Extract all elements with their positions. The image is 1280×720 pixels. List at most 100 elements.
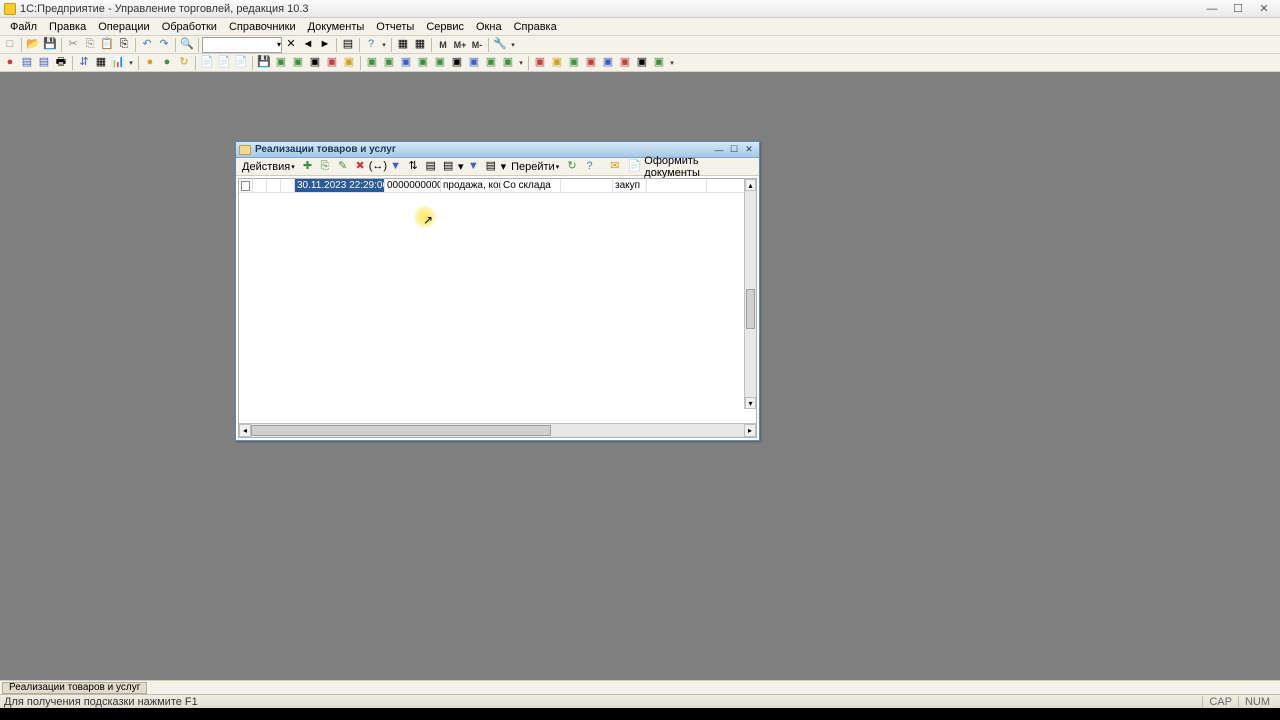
- menu-service[interactable]: Сервис: [420, 19, 470, 35]
- tb2-btn-35[interactable]: ▣: [634, 55, 650, 71]
- menu-windows[interactable]: Окна: [470, 19, 508, 35]
- tb2-btn-1[interactable]: ●: [2, 55, 18, 71]
- m-plus-button[interactable]: M+: [452, 37, 468, 53]
- ct-filter2-button[interactable]: ▼: [466, 159, 482, 174]
- calc-button[interactable]: ▦: [395, 37, 411, 53]
- tb2-btn-16[interactable]: ▣: [290, 55, 306, 71]
- goto-dropdown[interactable]: Перейти▾: [508, 159, 562, 174]
- ct-sort-button[interactable]: ⇅: [405, 159, 421, 174]
- tb2-btn-19[interactable]: ▣: [341, 55, 357, 71]
- find-button[interactable]: 🔍: [179, 37, 195, 53]
- hscroll-thumb[interactable]: [251, 425, 551, 436]
- tb2-btn-21[interactable]: ▣: [381, 55, 397, 71]
- menu-documents[interactable]: Документы: [302, 19, 371, 35]
- tb2-btn-7[interactable]: 📊: [110, 55, 126, 71]
- ct-help-button[interactable]: ?: [582, 159, 598, 174]
- paste2-button[interactable]: ⎘: [116, 37, 132, 53]
- tb2-btn-4[interactable]: 🖶: [53, 55, 69, 71]
- tb2-btn-18[interactable]: ▣: [324, 55, 340, 71]
- tb2-btn-22[interactable]: ▣: [398, 55, 414, 71]
- scroll-down-icon[interactable]: ▾: [745, 397, 756, 409]
- ct-interval-button[interactable]: (↔): [370, 159, 386, 174]
- tb2-btn-33[interactable]: ▣: [600, 55, 616, 71]
- menu-reports[interactable]: Отчеты: [370, 19, 420, 35]
- menu-edit[interactable]: Правка: [43, 19, 92, 35]
- ct-list-button[interactable]: ▤: [423, 159, 439, 174]
- task-item[interactable]: Реализации товаров и услуг: [2, 682, 147, 694]
- cut-button[interactable]: ✂: [65, 37, 81, 53]
- scroll-up-icon[interactable]: ▴: [745, 179, 756, 191]
- ct-list2-button[interactable]: ▤: [440, 159, 456, 174]
- form-docs-button[interactable]: 📄Оформить документы: [625, 159, 756, 174]
- save-button[interactable]: 💾: [42, 37, 58, 53]
- maximize-button[interactable]: ☐: [1226, 2, 1250, 16]
- tools-dropdown-icon[interactable]: ▾: [509, 41, 517, 49]
- tb2-btn-27[interactable]: ▣: [483, 55, 499, 71]
- undo-button[interactable]: ↶: [139, 37, 155, 53]
- menu-file[interactable]: Файл: [4, 19, 43, 35]
- redo-button[interactable]: ↷: [156, 37, 172, 53]
- ct-settings-dd[interactable]: ▾: [501, 160, 507, 173]
- menu-help[interactable]: Справка: [508, 19, 563, 35]
- tb2-btn-8[interactable]: ●: [142, 55, 158, 71]
- actions-dropdown[interactable]: Действия▾: [239, 159, 298, 174]
- copy-button[interactable]: ⎘: [82, 37, 98, 53]
- tb2-btn-24[interactable]: ▣: [432, 55, 448, 71]
- tools-button[interactable]: 🔧: [492, 37, 508, 53]
- tb2-btn-28[interactable]: ▣: [500, 55, 516, 71]
- tb2-btn-25[interactable]: ▣: [449, 55, 465, 71]
- tb2-btn-31[interactable]: ▣: [566, 55, 582, 71]
- tb2-btn-36[interactable]: ▣: [651, 55, 667, 71]
- new-button[interactable]: □: [2, 37, 18, 53]
- ct-mail-button[interactable]: ✉: [607, 159, 623, 174]
- open-button[interactable]: 📂: [25, 37, 41, 53]
- tb2-btn-20[interactable]: ▣: [364, 55, 380, 71]
- tb2-btn-23[interactable]: ▣: [415, 55, 431, 71]
- paste-button[interactable]: 📋: [99, 37, 115, 53]
- menu-references[interactable]: Справочники: [223, 19, 302, 35]
- scroll-right-icon[interactable]: ▸: [744, 424, 756, 437]
- grid-row[interactable]: 30.11.2023 22:29:06 00000000001 продажа,…: [239, 179, 756, 193]
- ct-edit-button[interactable]: ✎: [335, 159, 351, 174]
- scroll-left-icon[interactable]: ◂: [239, 424, 251, 437]
- list-button[interactable]: ▤: [340, 37, 356, 53]
- vscroll-thumb[interactable]: [746, 289, 755, 329]
- tb2-btn-5[interactable]: ⇵: [76, 55, 92, 71]
- tb2-dd-36[interactable]: ▾: [668, 59, 676, 67]
- tb2-btn-9[interactable]: ●: [159, 55, 175, 71]
- minimize-button[interactable]: —: [1200, 2, 1224, 16]
- tb2-btn-6[interactable]: ▦: [93, 55, 109, 71]
- clear-button[interactable]: ✕: [283, 37, 299, 53]
- tb2-btn-34[interactable]: ▣: [617, 55, 633, 71]
- cal-button[interactable]: ▦: [412, 37, 428, 53]
- ct-add-button[interactable]: ✚: [300, 159, 316, 174]
- help-dropdown-icon[interactable]: ▾: [380, 41, 388, 49]
- tb2-btn-11[interactable]: 📄: [199, 55, 215, 71]
- nav-back-button[interactable]: ◄: [300, 37, 316, 53]
- tb2-btn-17[interactable]: ▣: [307, 55, 323, 71]
- tb2-btn-13[interactable]: 📄: [233, 55, 249, 71]
- tb2-btn-29[interactable]: ▣: [532, 55, 548, 71]
- tb2-btn-10[interactable]: ↻: [176, 55, 192, 71]
- tb2-btn-26[interactable]: ▣: [466, 55, 482, 71]
- ct-list-dd[interactable]: ▾: [458, 160, 464, 173]
- ct-mark-button[interactable]: ✖: [352, 159, 368, 174]
- ct-copy-button[interactable]: ⎘: [317, 159, 333, 174]
- tb2-btn-12[interactable]: 📄: [216, 55, 232, 71]
- ct-settings-button[interactable]: ▤: [483, 159, 499, 174]
- help-button[interactable]: ?: [363, 37, 379, 53]
- close-button[interactable]: ✕: [1252, 2, 1276, 16]
- nav-fwd-button[interactable]: ►: [317, 37, 333, 53]
- horizontal-scrollbar[interactable]: ◂ ▸: [239, 423, 756, 437]
- menu-operations[interactable]: Операции: [92, 19, 155, 35]
- tb2-btn-3[interactable]: ▤: [36, 55, 52, 71]
- m-button[interactable]: M: [435, 37, 451, 53]
- tb2-btn-32[interactable]: ▣: [583, 55, 599, 71]
- tb2-dd-7[interactable]: ▾: [127, 59, 135, 67]
- vertical-scrollbar[interactable]: ▴ ▾: [744, 179, 756, 409]
- grid[interactable]: 30.11.2023 22:29:06 00000000001 продажа,…: [238, 178, 757, 438]
- tb2-dd-28[interactable]: ▾: [517, 59, 525, 67]
- menu-processing[interactable]: Обработки: [156, 19, 223, 35]
- ct-refresh-button[interactable]: ↻: [564, 159, 580, 174]
- m-minus-button[interactable]: M-: [469, 37, 485, 53]
